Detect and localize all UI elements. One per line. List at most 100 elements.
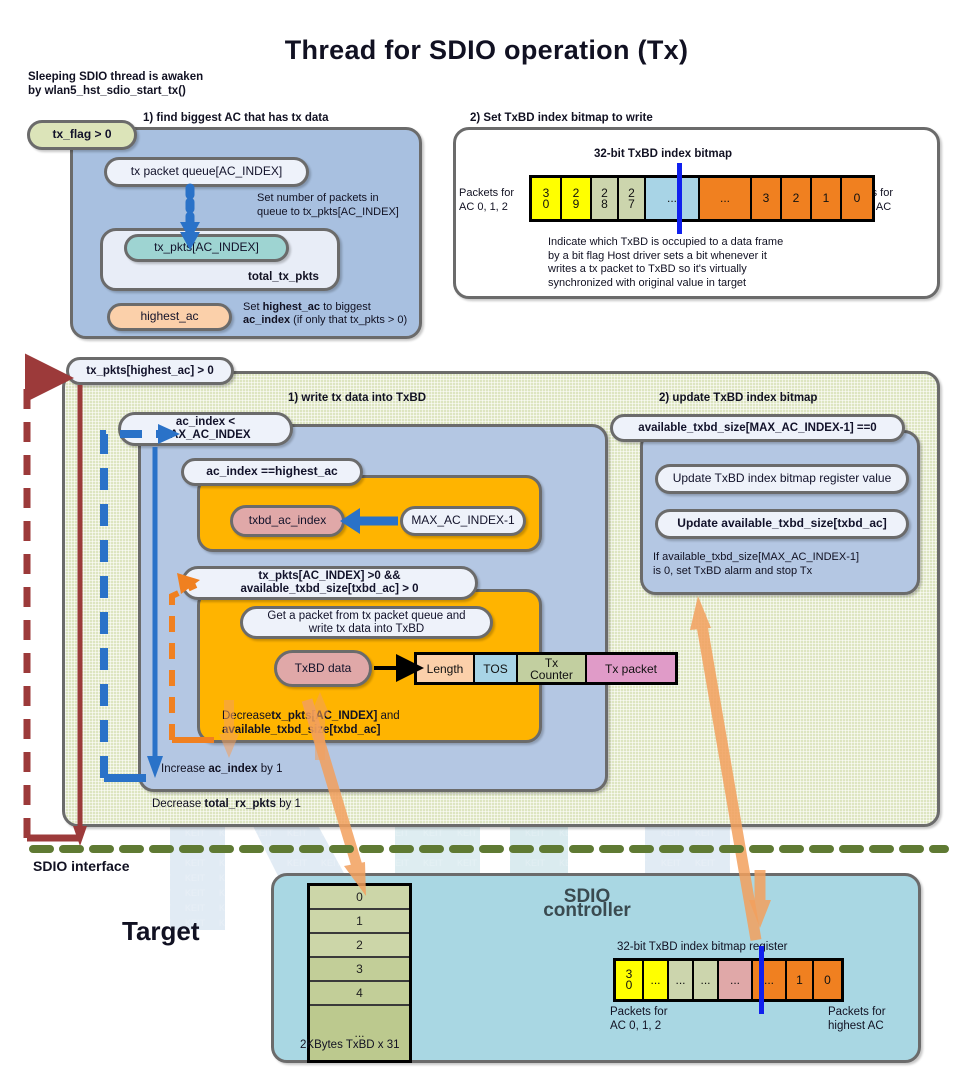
bitmap-cell: ... [700,178,752,219]
note-part-2: to biggest [320,301,371,313]
bitmap-cell: 27 [619,178,646,219]
increase-ac-index-note: Increase ac_index by 1 [161,763,282,777]
txbd-frame-layout: Length TOS Tx Counter Tx packet [414,652,678,685]
bitmap-cell: 30 [532,178,562,219]
max-ac-index-1-box: MAX_AC_INDEX-1 [400,506,526,536]
txbd-slot: 0 [310,886,409,910]
bitmap-cell: ... [694,961,719,999]
target-txbd-list: 0 1 2 3 4... [307,883,412,1063]
decrease-b: tx_pkts[AC_INDEX] [271,710,378,722]
update-bitmap-register-box: Update TxBD index bitmap register value [655,464,909,494]
tx-packet-queue-label: tx packet queue[AC_INDEX] [130,164,283,179]
txbd-ac-index-label: txbd_ac_index [248,513,327,528]
set-packets-note: Set number of packets in queue to tx_pkt… [257,192,399,218]
update-avail-size-box: Update available_txbd_size[txbd_ac] [655,509,909,539]
decrease-c: and [377,710,400,722]
max-ac-index-1-label: MAX_AC_INDEX-1 [411,513,515,528]
txbd-slot: 1 [310,910,409,934]
txbd-caption: 2KBytes TxBD x 31 [300,1039,400,1051]
note-bold-2: ac_index [243,314,291,326]
bitmap-cell-digit: 9 [572,196,580,211]
dectot-a: Decrease [152,798,205,810]
txbd-slot: 4 [310,982,409,1006]
avail-size-zero-label: available_txbd_size[MAX_AC_INDEX-1] ==0 [638,421,877,434]
bitmap-cell: ... [669,961,694,999]
total-tx-pkts-label: total_tx_pkts [248,271,319,283]
txbd-data-label: TxBD data [294,660,352,675]
ac-index-lt-max-condition: ac_index < MAX_AC_INDEX [118,412,293,446]
target-label: Target [122,916,200,946]
increase-b: ac_index [208,763,258,775]
section2-heading: 2) Set TxBD index bitmap to write [470,112,653,124]
tx-flag-label: tx_flag > 0 [52,127,112,142]
tx-pkts-highest-label: tx_pkts[highest_ac] > 0 [86,364,214,377]
register-left-label: Packets for AC 0, 1, 2 [610,1006,668,1032]
bitmap-cell: ... [646,178,700,219]
txbd-slot: 2 [310,934,409,958]
bitmap-cell: 28 [592,178,619,219]
bitmap-cell: 0 [842,178,872,219]
bitmap-cell: 1 [787,961,814,999]
tx-pkts-avail-label: tx_pkts[AC_INDEX] >0 && available_txbd_s… [240,570,419,595]
section1-heading: 1) find biggest AC that has tx data [143,112,329,124]
bitmap-description: Indicate which TxBD is occupied to a dat… [548,236,784,289]
tx-packet-queue-box: tx packet queue[AC_INDEX] [104,157,309,187]
txbd-index-bitmap: 3 0 2 9 2 8 2 7...... 3 2 1 0 [529,175,875,222]
bitmap-cell: 30 [616,961,644,999]
ac-index-eq-condition: ac_index ==highest_ac [181,458,363,486]
get-packet-box: Get a packet from tx packet queue and wr… [240,606,493,639]
note-part-1: Set [243,301,263,313]
frame-field: Length [417,655,475,682]
highest-ac-note: Set highest_ac to biggest ac_index (if o… [243,301,407,327]
frame-field: Tx Counter [518,655,587,682]
bitmap-cell: 1 [812,178,842,219]
bitmap-cell-digit: 8 [601,196,608,211]
update-avail-size-label: Update available_txbd_size[txbd_ac] [677,516,887,531]
bitmap-cell: 29 [562,178,592,219]
bitmap-left-label: Packets for AC 0, 1, 2 [459,187,515,213]
awaken-note: Sleeping SDIO thread is awaken by wlan5_… [28,71,204,97]
bitmap-cell-digit: 7 [628,196,635,211]
section3-left-heading: 1) write tx data into TxBD [288,392,427,404]
decrease-pkts-note: Decreasetx_pkts[AC_INDEX] and available_… [222,709,400,737]
highest-ac-label: highest_ac [140,309,199,324]
ac-index-lt-max-label: ac_index < MAX_AC_INDEX [160,416,251,441]
decrease-total-note: Decrease total_rx_pkts by 1 [152,798,301,812]
increase-c: by 1 [257,763,283,775]
bitmap-cell: 3 [752,178,782,219]
bitmap-title: 32-bit TxBD index bitmap [594,148,733,160]
tx-pkts-avail-condition: tx_pkts[AC_INDEX] >0 && available_txbd_s… [181,566,478,600]
decrease-a: Decrease [222,710,272,722]
frame-field: TOS [475,655,518,682]
txbd-ac-index-box: txbd_ac_index [230,505,345,537]
register-right-label: Packets for highest AC [828,1006,886,1032]
dectot-b: total_rx_pkts [204,798,277,810]
bitmap-cell: ... [644,961,669,999]
dectot-c: by 1 [276,798,301,810]
avail-size-zero-condition: available_txbd_size[MAX_AC_INDEX-1] ==0 [610,414,905,442]
sdio-controller-title: SDIO controller [543,886,631,921]
txbd-index-bitmap-register: 3 0............... 1 0 [613,958,844,1002]
tx-pkts-highest-condition: tx_pkts[highest_ac] > 0 [66,357,234,385]
bitmap-cell: 0 [814,961,841,999]
note-bold-1: highest_ac [262,301,321,313]
bitmap-cell: 2 [782,178,812,219]
tx-pkts-box: tx_pkts[AC_INDEX] [124,234,289,262]
decrease-d: available_txbd_size[txbd_ac] [222,724,381,736]
frame-field: Tx packet [587,655,675,682]
tx-flag-condition: tx_flag > 0 [27,120,137,150]
bitmap-cell-digit: 0 [625,978,633,992]
tx-pkts-label: tx_pkts[AC_INDEX] [154,240,259,255]
increase-a: Increase [161,763,209,775]
bitmap-divider-top [677,163,682,234]
ac-index-eq-label: ac_index ==highest_ac [206,464,338,479]
txbd-data-box: TxBD data [274,650,372,687]
highest-ac-box: highest_ac [107,303,232,331]
bitmap-cell: ... [719,961,753,999]
txbd-slot: 3 [310,958,409,982]
txbd-alarm-note: If available_txbd_size[MAX_AC_INDEX-1] i… [653,551,860,577]
bitmap-cell-digit: 0 [542,196,550,211]
get-packet-label: Get a packet from tx packet queue and wr… [267,609,466,635]
note-part-3: (if only that tx_pkts > 0) [290,314,408,326]
bitmap-divider-bottom [759,946,764,1014]
